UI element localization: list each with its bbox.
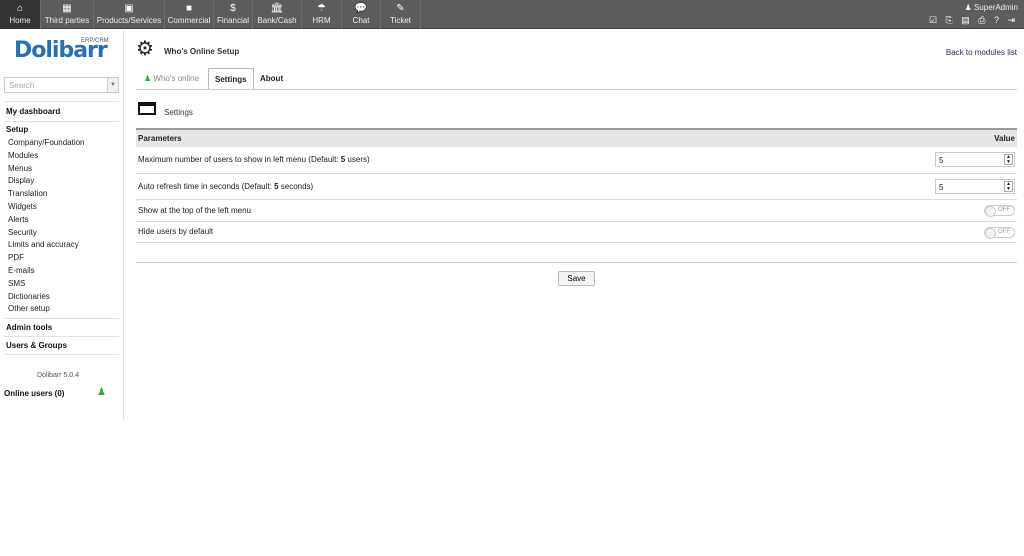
sidebar-item[interactable]: E-mails	[8, 266, 35, 275]
sidebar-item[interactable]: Alerts	[8, 215, 28, 224]
page-title: Who's Online Setup	[164, 47, 240, 56]
toggle-switch[interactable]: OFF	[984, 205, 1015, 217]
sidebar-item[interactable]: Dictionaries	[8, 292, 50, 301]
left-sidebar: Dolibarr ERP/CRM Search ▼ My dashboard Se…	[0, 30, 124, 420]
sidebar-item[interactable]: Company/Foundation	[8, 138, 85, 147]
user-online-icon: ♟	[144, 74, 154, 83]
chevron-down-icon[interactable]: ▼	[107, 78, 118, 92]
nav-icon: ☂	[317, 3, 326, 14]
nav-icon: $	[230, 3, 236, 14]
param-label: Maximum number of users to show in left …	[136, 147, 786, 174]
save-button[interactable]: Save	[558, 271, 595, 286]
param-label: Show at the top of the left menu	[136, 199, 786, 222]
sidebar-admin-tools[interactable]: Admin tools	[6, 323, 52, 332]
table-row: Auto refresh time in seconds (Default: 5…	[136, 173, 1017, 200]
sidebar-item[interactable]: Menus	[8, 164, 32, 173]
nav-financial[interactable]: $ Financial	[214, 0, 253, 29]
sidebar-item[interactable]: SMS	[8, 279, 25, 288]
sidebar-item[interactable]: Security	[8, 228, 37, 237]
nav-icon: ▣	[124, 3, 134, 14]
stepper-icon[interactable]: ▲ ▼	[1004, 154, 1013, 166]
tab-settings[interactable]: Settings	[208, 68, 254, 90]
stepper-icon[interactable]: ▲ ▼	[1004, 180, 1013, 192]
sidebar-item[interactable]: Widgets	[8, 202, 37, 211]
nav-bank-cash[interactable]: 🏛 Bank/Cash	[253, 0, 302, 29]
user-name[interactable]: ♟ SuperAdmin	[965, 3, 1018, 12]
toolbar-icons[interactable]: ☑ ⎘ ▤ ⎙ ? ⇥	[929, 15, 1018, 26]
search-input[interactable]: Search ▼	[4, 77, 119, 93]
sidebar-item[interactable]: Translation	[8, 189, 47, 198]
nav-icon: ✎	[396, 3, 405, 14]
nav-icon: ▦	[62, 3, 72, 14]
nav-chat[interactable]: 💬 Chat	[342, 0, 381, 29]
col-value: Value	[785, 128, 1017, 147]
user-icon: ♟	[964, 3, 974, 12]
tab-whos-online[interactable]: ♟ Who's online	[138, 68, 205, 89]
nav-icon: 💬	[354, 3, 368, 14]
online-users-label: Online users (0)	[4, 389, 65, 398]
sidebar-item[interactable]: PDF	[8, 253, 24, 262]
sidebar-my-dashboard[interactable]: My dashboard	[6, 107, 60, 116]
sidebar-item[interactable]: Other setup	[8, 304, 50, 313]
section-title: Settings	[164, 108, 193, 117]
nav-commercial[interactable]: ■ Commercial	[165, 0, 214, 29]
number-input[interactable]: 5 ▲ ▼	[935, 152, 1015, 168]
param-label: Hide users by default	[136, 221, 786, 243]
settings-table: Parameters Value Maximum number of users …	[136, 128, 1017, 243]
number-input[interactable]: 5 ▲ ▼	[935, 178, 1015, 194]
nav-products-services[interactable]: ▣ Products/Services	[94, 0, 165, 29]
nav-icon: 🏛	[270, 3, 284, 14]
logo-subtitle: ERP/CRM	[81, 38, 109, 44]
param-label: Auto refresh time in seconds (Default: 5…	[136, 173, 786, 200]
table-row: Show at the top of the left menu OFF	[136, 199, 1017, 222]
toggle-switch[interactable]: OFF	[984, 226, 1015, 239]
sidebar-item[interactable]: Limits and accuracy	[8, 240, 79, 249]
sidebar-item[interactable]: Modules	[8, 151, 38, 160]
version-text: Dolibarr 5.0.4	[37, 372, 80, 379]
sidebar-item[interactable]: Display	[8, 176, 34, 185]
col-parameters: Parameters	[136, 128, 786, 147]
nav-icon: ■	[185, 3, 193, 14]
nav-home[interactable]: ⌂ Home	[0, 0, 41, 29]
sidebar-setup[interactable]: Setup	[6, 125, 28, 134]
nav-third-parties[interactable]: ▦ Third parties	[41, 0, 94, 29]
nav-ticket[interactable]: ✎ Ticket	[381, 0, 421, 29]
back-to-modules-link[interactable]: Back to modules list	[946, 48, 1017, 57]
table-row: Maximum number of users to show in left …	[136, 147, 1017, 174]
folder-icon	[138, 102, 156, 115]
nav-icon: ⌂	[16, 3, 24, 14]
gear-icon: ⚙	[136, 38, 154, 60]
user-online-icon: ♟	[97, 387, 106, 398]
table-row: Hide users by default OFF	[136, 221, 1017, 243]
sidebar-users-groups[interactable]: Users & Groups	[6, 341, 67, 350]
tab-about[interactable]: About	[254, 68, 289, 89]
nav-hrm[interactable]: ☂ HRM	[302, 0, 342, 29]
